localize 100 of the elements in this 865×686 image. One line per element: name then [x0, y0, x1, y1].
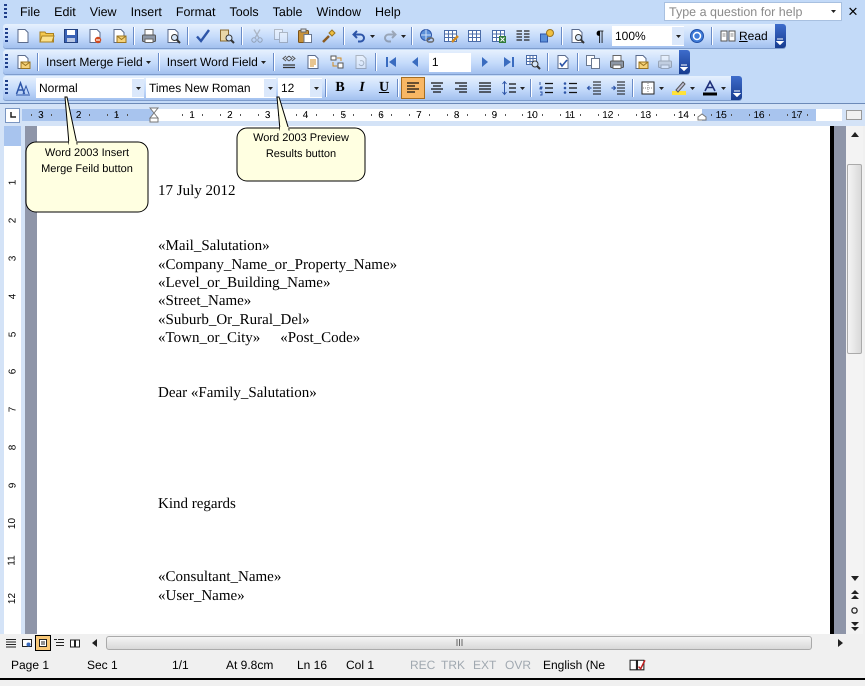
menu-item[interactable]: Format	[168, 4, 222, 18]
help-search-field[interactable]: Type a question for help	[664, 2, 842, 21]
normal-view-icon	[6, 638, 16, 648]
brush-icon	[321, 28, 337, 44]
record-field[interactable]: 1	[428, 52, 471, 72]
redo-icon	[382, 28, 398, 44]
ruler-number: 15	[702, 109, 740, 121]
toolbar-options-button[interactable]	[774, 24, 786, 48]
fax-icon	[656, 54, 673, 70]
ruler-number: 7	[7, 406, 18, 412]
pages-icon	[584, 54, 601, 70]
double-up-arrow-icon	[850, 590, 858, 598]
spreadsheet-icon	[491, 28, 507, 44]
ruler-number: 1	[7, 180, 18, 186]
caret-icon	[314, 86, 318, 90]
grip-icon	[456, 639, 462, 646]
chevron-icon	[680, 63, 688, 71]
scrollbar-thumb[interactable]	[847, 164, 862, 354]
caret-icon	[401, 34, 406, 38]
toolbar-button[interactable]: I	[351, 77, 373, 99]
menu-item[interactable]: Table	[266, 4, 310, 18]
table-magnifier-icon	[524, 54, 541, 70]
book-icon	[720, 28, 736, 44]
shapes-icon	[539, 28, 555, 44]
ruler-number: 3	[7, 256, 18, 262]
toolbar-button[interactable]: ¶	[589, 25, 611, 47]
letter-line: «Consultant_Name»	[158, 568, 282, 587]
caret-icon	[659, 86, 664, 90]
ruler-number: 1	[98, 109, 136, 121]
toolbar-button[interactable]	[401, 77, 425, 99]
caret-icon	[721, 86, 726, 90]
page-envelope-icon	[15, 54, 31, 70]
scrollbar-thumb[interactable]	[106, 636, 812, 650]
decrease-indent-icon	[586, 80, 602, 96]
styles-icon	[15, 80, 31, 96]
toolbar-button[interactable]: B	[329, 77, 351, 99]
clipboard-icon	[297, 28, 313, 44]
close-button[interactable]: ×	[844, 2, 862, 22]
book-check-icon[interactable]	[629, 658, 646, 671]
menu-item[interactable]: Help	[368, 4, 408, 18]
callout-text: Word 2003 Insert Merge Feild button	[40, 146, 134, 177]
toolbar-dropdown-button[interactable]: Insert Word Field	[162, 51, 271, 73]
circle-icon	[851, 606, 858, 614]
status-text: TRK	[441, 658, 465, 672]
envelope-page-icon	[111, 28, 127, 44]
ruler-number: 16	[740, 109, 778, 121]
ruler-number: 8	[7, 444, 18, 450]
down-arrow-icon	[850, 576, 858, 580]
scissors-icon	[249, 28, 265, 44]
floppy-icon	[63, 28, 79, 44]
combo-box[interactable]: Times New Roman	[146, 78, 276, 98]
caret-icon	[520, 86, 525, 90]
page-check-icon	[554, 54, 571, 70]
up-arrow-icon	[850, 132, 858, 136]
caret-icon	[260, 60, 266, 64]
toolbar-options-button[interactable]	[678, 50, 690, 74]
bulleted-list-icon	[562, 80, 578, 96]
read-button[interactable]: Read	[715, 25, 773, 47]
menu-item[interactable]: File	[13, 4, 48, 18]
letter-line: 17 July 2012	[158, 182, 236, 200]
combo-box[interactable]: 100%	[612, 26, 684, 46]
print-layout-icon	[38, 638, 48, 648]
caret-icon	[690, 86, 695, 90]
web-view-icon	[22, 638, 32, 648]
printer-icon	[608, 54, 625, 70]
status-text: Col 1	[346, 658, 374, 672]
chevrons-icon	[280, 54, 297, 70]
undo-icon	[351, 28, 367, 44]
combo-box[interactable]: 12	[278, 78, 322, 98]
field-grid-icon	[328, 54, 345, 70]
pages-icon	[273, 28, 289, 44]
toolbar-button[interactable]: U	[373, 77, 395, 99]
ruler-number: 4	[7, 294, 18, 300]
ruler-number: 6	[7, 369, 18, 375]
combo-box[interactable]: Normal	[36, 78, 144, 98]
ruler-number: 17	[778, 109, 816, 121]
tab-stop-button[interactable]	[5, 108, 20, 122]
right-indent-marker[interactable]	[697, 113, 708, 121]
caret-icon	[676, 34, 680, 38]
caret-icon	[268, 86, 272, 90]
menu-item[interactable]: View	[82, 4, 124, 18]
menu-item[interactable]: Tools	[222, 4, 266, 18]
refresh-page-icon	[352, 54, 369, 70]
left-arrow-icon	[92, 638, 97, 646]
view-button[interactable]	[35, 634, 51, 650]
toolbar-options-button[interactable]	[731, 76, 742, 100]
letter-line: Kind regards	[158, 494, 236, 514]
table-icon	[467, 28, 483, 44]
menu-item[interactable]: Window	[310, 4, 368, 18]
status-text: At 9.8cm	[226, 658, 274, 672]
highlighter-icon	[671, 80, 687, 96]
menu-item[interactable]: Edit	[47, 4, 83, 18]
menu-item[interactable]: Insert	[124, 4, 169, 18]
indent-marker[interactable]	[149, 107, 160, 123]
ruler-number: 10	[7, 518, 18, 529]
right-arrow-icon	[838, 638, 843, 646]
letter-line: «Level_or_Building_Name»	[158, 274, 330, 292]
grid-pencil-icon	[443, 28, 459, 44]
page-badge-icon	[87, 28, 103, 44]
toolbar-dropdown-button[interactable]: Insert Merge Field	[41, 51, 156, 73]
